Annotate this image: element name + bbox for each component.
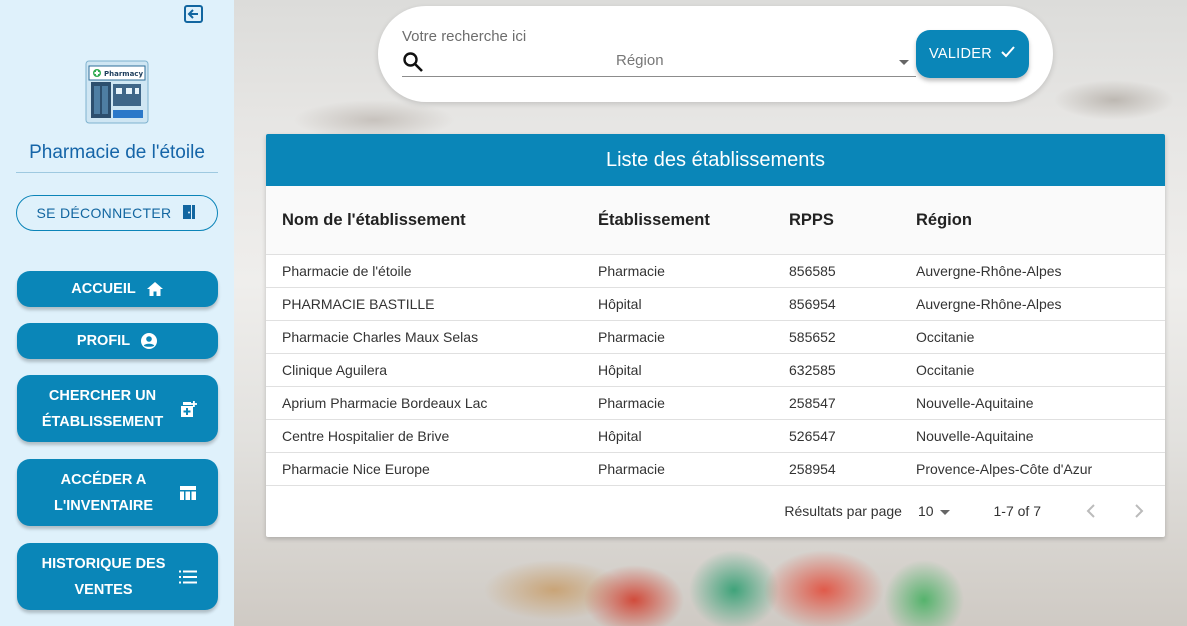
cell-type: Pharmacie (598, 461, 665, 477)
table-row[interactable]: Pharmacie Charles Maux Selas Pharmacie 5… (266, 321, 1165, 354)
pharmacy-name: Pharmacie de l'étoile (29, 142, 205, 163)
cell-type: Hôpital (598, 296, 642, 312)
column-header-name[interactable]: Nom de l'établissement (266, 211, 598, 230)
home-icon (146, 281, 164, 297)
field-underline (402, 76, 916, 77)
cell-name: Pharmacie de l'étoile (282, 263, 412, 279)
door-exit-icon (181, 204, 197, 223)
establishments-table-card: Liste des établissements Nom de l'établi… (266, 134, 1165, 537)
cell-rpps: 526547 (789, 428, 836, 444)
table-title: Liste des établissements (266, 134, 1165, 186)
cell-name: PHARMACIE BASTILLE (282, 296, 435, 312)
pharmacy-logo: Pharmacy (85, 60, 149, 124)
nav-sales-history-button[interactable]: HISTORIQUE DES VENTES (17, 543, 218, 610)
table-row[interactable]: Clinique Aguilera Hôpital 632585 Occitan… (266, 354, 1165, 387)
column-header-region[interactable]: Région (916, 211, 1165, 230)
cell-type: Pharmacie (598, 329, 665, 345)
chevron-left-icon (1086, 504, 1095, 518)
cell-region: Auvergne-Rhône-Alpes (916, 296, 1062, 312)
nav-inventory-button[interactable]: ACCÉDER A L'INVENTAIRE (17, 459, 218, 526)
column-header-rpps[interactable]: RPPS (789, 211, 916, 230)
cell-name: Centre Hospitalier de Brive (282, 428, 450, 444)
nav-search-establishment-label: CHERCHER UN ÉTABLISSEMENT (41, 387, 164, 430)
table-row[interactable]: Pharmacie de l'étoile Pharmacie 856585 A… (266, 255, 1165, 288)
nav-search-establishment-button[interactable]: CHERCHER UN ÉTABLISSEMENT (17, 375, 218, 442)
logout-label: SE DÉCONNECTER (36, 205, 172, 221)
table-icon (179, 485, 197, 501)
table-row[interactable]: Centre Hospitalier de Brive Hôpital 5265… (266, 420, 1165, 453)
table-header-row: Nom de l'établissement Établissement RPP… (266, 186, 1165, 255)
sidebar: Pharmacy Pharmacie de l'étoile SE DÉCONN… (0, 0, 234, 626)
column-header-type[interactable]: Établissement (598, 211, 789, 230)
cell-region: Occitanie (916, 329, 975, 345)
previous-page-button[interactable] (1079, 499, 1103, 523)
cell-region: Nouvelle-Aquitaine (916, 428, 1034, 444)
collapse-sidebar-icon[interactable] (183, 4, 205, 24)
page-size-value: 10 (917, 503, 934, 519)
nav-profil-button[interactable]: PROFIL (17, 323, 218, 359)
cell-name: Clinique Aguilera (282, 362, 388, 378)
nav-sales-history-label: HISTORIQUE DES VENTES (41, 555, 166, 598)
cell-rpps: 258954 (789, 461, 836, 477)
cell-type: Pharmacie (598, 263, 665, 279)
cell-rpps: 856954 (789, 296, 836, 312)
cell-region: Nouvelle-Aquitaine (916, 395, 1034, 411)
cell-rpps: 632585 (789, 362, 836, 378)
cell-type: Hôpital (598, 428, 642, 444)
cell-region: Provence-Alpes-Côte d'Azur (916, 461, 1093, 477)
validate-label: VALIDER (928, 46, 993, 62)
list-icon (178, 570, 197, 584)
nav-accueil-label: ACCUEIL (71, 281, 136, 297)
page-size-select[interactable]: 10 (918, 503, 950, 519)
cell-rpps: 258547 (789, 395, 836, 411)
chevron-down-icon[interactable] (899, 60, 909, 65)
account-circle-icon (140, 332, 158, 350)
cell-name: Aprium Pharmacie Bordeaux Lac (282, 395, 488, 411)
next-page-button[interactable] (1127, 499, 1151, 523)
chevron-down-icon (939, 509, 950, 515)
nav-inventory-label: ACCÉDER A L'INVENTAIRE (53, 471, 154, 514)
search-input[interactable] (432, 49, 612, 73)
chevron-right-icon (1135, 504, 1144, 518)
search-card: Votre recherche ici Région VALIDER (378, 6, 1053, 102)
cell-type: Pharmacie (598, 395, 665, 411)
page-range: 1-7 of 7 (993, 503, 1041, 519)
page-size-label: Résultats par page (784, 503, 902, 519)
logout-button[interactable]: SE DÉCONNECTER (16, 195, 218, 231)
nav-profil-label: PROFIL (76, 333, 131, 349)
table-row[interactable]: Aprium Pharmacie Bordeaux Lac Pharmacie … (266, 387, 1165, 420)
divider (16, 172, 218, 173)
check-icon (1000, 45, 1016, 63)
cell-name: Pharmacie Charles Maux Selas (282, 329, 479, 345)
paginator: Résultats par page 10 1-7 of 7 (266, 485, 1165, 537)
cell-name: Pharmacie Nice Europe (282, 461, 430, 477)
cell-region: Occitanie (916, 362, 975, 378)
cell-region: Auvergne-Rhône-Alpes (916, 263, 1062, 279)
cell-type: Hôpital (598, 362, 642, 378)
cell-rpps: 585652 (789, 329, 836, 345)
search-icon (402, 51, 424, 78)
region-select[interactable]: Région (616, 52, 664, 69)
svg-text:Pharmacy: Pharmacy (104, 70, 143, 78)
table-row[interactable]: PHARMACIE BASTILLE Hôpital 856954 Auverg… (266, 288, 1165, 321)
cell-rpps: 856585 (789, 263, 836, 279)
nav-accueil-button[interactable]: ACCUEIL (17, 271, 218, 307)
validate-button[interactable]: VALIDER (916, 30, 1029, 78)
table-row[interactable]: Pharmacie Nice Europe Pharmacie 258954 P… (266, 453, 1165, 486)
medical-add-icon (178, 400, 198, 418)
search-label: Votre recherche ici (402, 28, 527, 45)
